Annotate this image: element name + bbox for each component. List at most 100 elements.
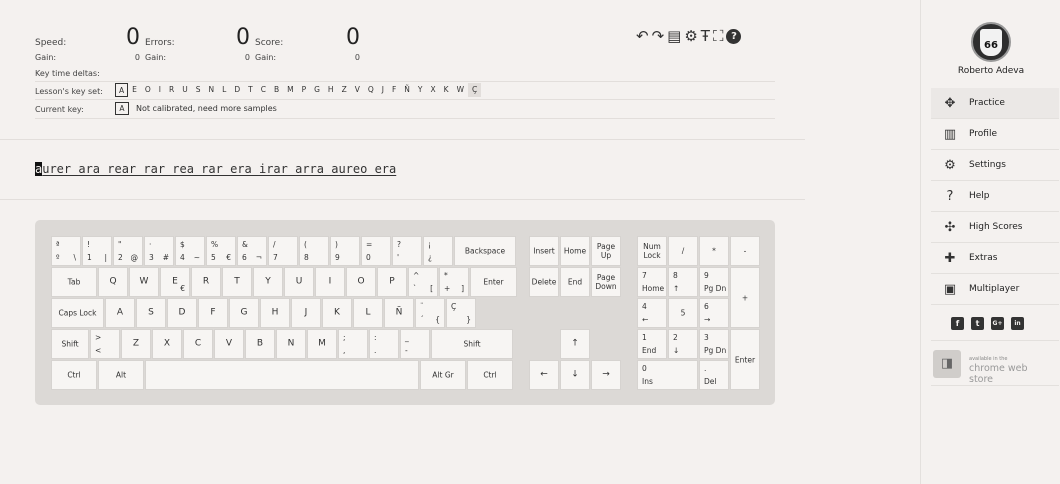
linkedin-icon[interactable]: in [1011, 317, 1024, 330]
facebook-icon[interactable]: f [951, 317, 964, 330]
key-row1[interactable]: " 2 @ [113, 236, 143, 266]
help-icon[interactable]: ? [726, 28, 742, 44]
fullscreen-icon[interactable]: ⛶ [713, 27, 724, 45]
google-plus-icon[interactable]: G+ [991, 317, 1004, 330]
numpad-enter-key[interactable]: Enter [730, 329, 760, 390]
numpad-decimal-key[interactable]: . Del [699, 360, 729, 390]
key-row1[interactable]: · 3 # [144, 236, 174, 266]
num-lock-key[interactable]: Num Lock [637, 236, 667, 266]
caps-lock-key[interactable]: Caps Lock [51, 298, 104, 328]
key-row1[interactable]: ) 9 [330, 236, 360, 266]
arrow-right-key[interactable]: → [591, 360, 621, 390]
arrow-left-key[interactable]: ← [529, 360, 559, 390]
numpad-7-key[interactable]: 7 Home [637, 267, 667, 297]
numpad-1-key[interactable]: 1 End [637, 329, 667, 359]
numpad-8-key[interactable]: 8 ↑ [668, 267, 698, 297]
numpad-multiply-key[interactable]: * [699, 236, 729, 266]
lesson-text[interactable]: aurer_ara_rear_rar_rea_rar_era_irar_arra… [35, 162, 396, 176]
key-h[interactable]: H [260, 298, 290, 328]
numpad-6-key[interactable]: 6 → [699, 298, 729, 328]
settings-gear-icon[interactable]: ⚙ [684, 27, 697, 45]
numpad-0-key[interactable]: 0 Ins [637, 360, 698, 390]
right-ctrl-key[interactable]: Ctrl [467, 360, 513, 390]
sidebar-item-settings[interactable]: ⚙ Settings [931, 150, 1059, 181]
backspace-key[interactable]: Backspace [454, 236, 516, 266]
key-l[interactable]: L [353, 298, 383, 328]
left-alt-key[interactable]: Alt [98, 360, 144, 390]
key-r[interactable]: R [191, 267, 221, 297]
key-row3-extra[interactable]: ¨ ´ { [415, 298, 445, 328]
tab-key[interactable]: Tab [51, 267, 97, 297]
numpad-subtract-key[interactable]: - [730, 236, 760, 266]
space-key[interactable] [145, 360, 419, 390]
key-s[interactable]: S [136, 298, 166, 328]
key-d[interactable]: D [167, 298, 197, 328]
undo-icon[interactable]: ↶ [636, 27, 649, 45]
key-row1[interactable]: % 5 € [206, 236, 236, 266]
key-n[interactable]: N [276, 329, 306, 359]
key-b[interactable]: B [245, 329, 275, 359]
right-shift-key[interactable]: Shift [431, 329, 513, 359]
numpad-4-key[interactable]: 4 ← [637, 298, 667, 328]
key-m[interactable]: M [307, 329, 337, 359]
key-row1[interactable]: /7 [268, 236, 298, 266]
end-key[interactable]: End [560, 267, 590, 297]
numpad-9-key[interactable]: 9 Pg Dn [699, 267, 729, 297]
key-e[interactable]: E € [160, 267, 190, 297]
page-up-key[interactable]: Page Up [591, 236, 621, 266]
key-row1[interactable]: = 0 [361, 236, 391, 266]
key-row1[interactable]: (8 [299, 236, 329, 266]
sidebar-item-practice[interactable]: ✥ Practice [931, 88, 1059, 119]
numpad-5-key[interactable]: 5 [668, 298, 698, 328]
numpad-2-key[interactable]: 2 ↓ [668, 329, 698, 359]
key-row4-extra[interactable]: :. [369, 329, 399, 359]
numpad-3-key[interactable]: 3 Pg Dn [699, 329, 729, 359]
key-row4-extra[interactable]: _ - [400, 329, 430, 359]
key-v[interactable]: V [214, 329, 244, 359]
keyboard-layout-icon[interactable]: ▤ [667, 27, 681, 45]
key-row1[interactable]: & 6 ¬ [237, 236, 267, 266]
left-ctrl-key[interactable]: Ctrl [51, 360, 97, 390]
key-row3-extra[interactable]: Ç} [446, 298, 476, 328]
arrow-down-key[interactable]: ↓ [560, 360, 590, 390]
alt-gr-key[interactable]: Alt Gr [420, 360, 466, 390]
delete-key[interactable]: Delete [529, 267, 559, 297]
twitter-icon[interactable]: t [971, 317, 984, 330]
key-row1[interactable]: ª º \ [51, 236, 81, 266]
insert-key[interactable]: Insert [529, 236, 559, 266]
key-i[interactable]: I [315, 267, 345, 297]
enter-key[interactable]: Enter [470, 267, 517, 297]
key-k[interactable]: K [322, 298, 352, 328]
key-row1[interactable]: ! 1 | [82, 236, 112, 266]
key-row4-extra[interactable]: ;, [338, 329, 368, 359]
sidebar-item-multiplayer[interactable]: ▣ Multiplayer [931, 274, 1059, 305]
arrow-up-key[interactable]: ↑ [560, 329, 590, 359]
key-o[interactable]: O [346, 267, 376, 297]
home-key[interactable]: Home [560, 236, 590, 266]
key-row2-extra[interactable]: ^ ` [ [408, 267, 438, 297]
page-down-key[interactable]: Page Down [591, 267, 621, 297]
key-f[interactable]: F [198, 298, 228, 328]
key-c[interactable]: C [183, 329, 213, 359]
key-row1[interactable]: $4 ~ [175, 236, 205, 266]
key-w[interactable]: W [129, 267, 159, 297]
chrome-web-store-badge[interactable]: ◨ available in the chrome web store [933, 347, 1051, 385]
key-less-than[interactable]: > < [90, 329, 120, 359]
key-p[interactable]: P [377, 267, 407, 297]
key-a[interactable]: A [105, 298, 135, 328]
key-z[interactable]: Z [121, 329, 151, 359]
left-shift-key[interactable]: Shift [51, 329, 89, 359]
key-ñ[interactable]: Ñ [384, 298, 414, 328]
key-u[interactable]: U [284, 267, 314, 297]
key-j[interactable]: J [291, 298, 321, 328]
key-row1[interactable]: ? ' [392, 236, 422, 266]
key-row2-extra[interactable]: * +] [439, 267, 469, 297]
redo-icon[interactable]: ↷ [652, 27, 665, 45]
numpad-divide-key[interactable]: / [668, 236, 698, 266]
font-size-icon[interactable]: Ŧ [701, 27, 710, 45]
sidebar-item-help[interactable]: ? Help [931, 181, 1059, 212]
key-g[interactable]: G [229, 298, 259, 328]
user-avatar[interactable]: 66 [971, 22, 1011, 62]
sidebar-item-extras[interactable]: ✚ Extras [931, 243, 1059, 274]
key-q[interactable]: Q [98, 267, 128, 297]
